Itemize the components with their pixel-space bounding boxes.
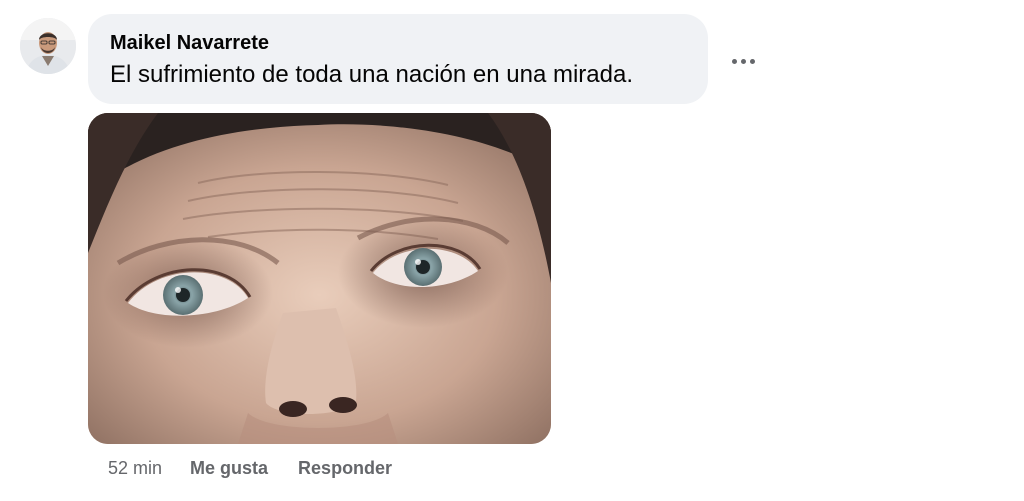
comment-text: El sufrimiento de toda una nación en una…: [110, 61, 633, 88]
comment-timestamp[interactable]: 52 min: [108, 456, 162, 480]
more-horizontal-icon: [731, 58, 737, 64]
reply-button[interactable]: Responder: [298, 456, 392, 480]
more-options-button[interactable]: [726, 44, 760, 78]
comment-author[interactable]: Maikel Navarrete: [110, 30, 686, 56]
comment-container: Maikel Navarrete El sufrimiento de toda …: [0, 0, 1024, 501]
comment-photo[interactable]: [88, 113, 551, 444]
profile-photo-icon: [20, 18, 76, 74]
face-closeup-image: [88, 113, 551, 444]
comment-bubble: Maikel Navarrete El sufrimiento de toda …: [88, 14, 708, 104]
avatar[interactable]: [20, 18, 76, 74]
like-button[interactable]: Me gusta: [190, 456, 268, 480]
comment-actions: 52 min Me gusta Responder: [108, 456, 422, 480]
